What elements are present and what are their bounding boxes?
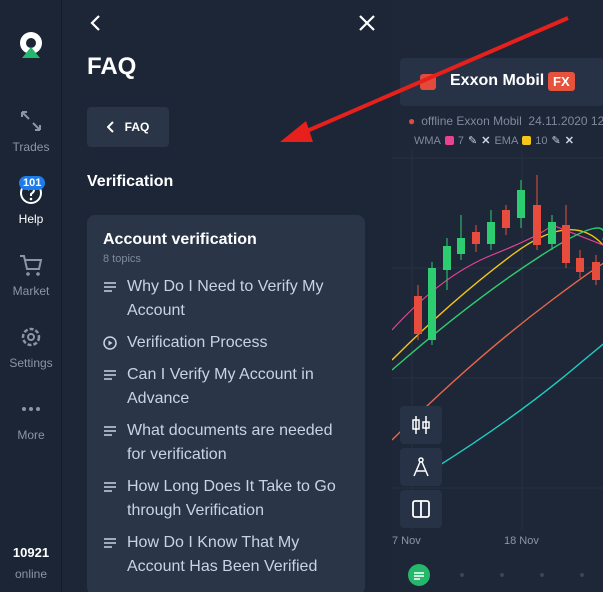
topic-label: Can I Verify My Account in Advance	[127, 366, 314, 407]
gear-icon	[21, 327, 41, 347]
asset-type-badge: FX	[548, 72, 575, 91]
indicator-name: WMA	[414, 134, 441, 147]
section-title: Verification	[87, 173, 174, 190]
sidebar-item-label: Market	[12, 284, 50, 298]
sidebar-item-more[interactable]: More	[0, 396, 62, 442]
online-count: 10921	[12, 545, 50, 560]
cart-icon	[20, 255, 43, 276]
asset-status: ● offline Exxon Mobil 24.11.2020 12	[408, 114, 603, 128]
list-icon	[104, 370, 116, 380]
asset-logo-icon	[420, 74, 436, 90]
edit-pencil-icon[interactable]: ✎	[552, 134, 561, 147]
left-rail: Trades 101 Help Market Settings More 109…	[0, 0, 62, 592]
indicator-value: 7	[457, 134, 465, 147]
color-swatch-icon	[444, 136, 454, 145]
topic-item[interactable]: Can I Verify My Account in Advance	[103, 363, 353, 411]
asset-status-date: 24.11.2020 12	[528, 114, 603, 128]
sidebar-item-label: Settings	[9, 356, 53, 370]
chart-area[interactable]: Exxon Mobil FX ● offline Exxon Mobil 24.1…	[392, 0, 603, 592]
timeline-button[interactable]	[408, 564, 430, 586]
topic-item[interactable]: How Do I Know That My Account Has Been V…	[103, 531, 353, 579]
sidebar-item-settings[interactable]: Settings	[0, 324, 62, 370]
edit-pencil-icon[interactable]: ✎	[468, 134, 477, 147]
sidebar-item-market[interactable]: Market	[0, 252, 62, 298]
indicator-name: EMA	[494, 134, 519, 147]
remove-x-icon[interactable]: ✕	[481, 134, 490, 147]
logo-icon[interactable]	[16, 30, 46, 60]
breadcrumb-back-button[interactable]: FAQ	[87, 107, 169, 147]
list-icon	[104, 282, 116, 292]
list-icon	[104, 426, 116, 436]
card-title: Account verification	[103, 231, 257, 248]
indicator-value: 10	[535, 134, 548, 147]
asset-name: Exxon Mobil	[450, 72, 545, 89]
list-icon	[104, 538, 116, 548]
topic-item[interactable]: Why Do I Need to Verify My Account	[103, 275, 353, 323]
card-subtitle: 8 topics	[103, 253, 141, 265]
back-chevron-icon[interactable]	[88, 13, 104, 33]
breadcrumb-label: FAQ	[124, 120, 150, 134]
sidebar-item-label: More	[17, 428, 45, 442]
help-badge: 101	[19, 176, 46, 190]
online-label: online	[14, 567, 48, 581]
asset-status-text: offline Exxon Mobil	[421, 114, 522, 128]
topic-label: Why Do I Need to Verify My Account	[127, 278, 324, 319]
topic-card: Account verification 8 topics Why Do I N…	[87, 215, 365, 592]
sidebar-item-trades[interactable]: Trades	[0, 108, 62, 154]
topic-label: Verification Process	[127, 334, 268, 351]
play-circle-icon	[103, 336, 117, 350]
sidebar-item-label: Trades	[12, 140, 50, 154]
candlestick-icon	[412, 416, 430, 434]
topic-label: What documents are needed for verificati…	[127, 422, 333, 463]
color-swatch-icon	[522, 136, 532, 145]
split-view-icon	[412, 500, 430, 518]
more-dots-icon	[22, 407, 40, 411]
status-dot-icon: ●	[408, 114, 416, 128]
indicator-legend: WMA 7 ✎ ✕ EMA 10 ✎ ✕	[414, 134, 574, 148]
drawing-tools-button[interactable]	[400, 448, 442, 486]
chevron-left-icon	[106, 121, 114, 133]
close-icon[interactable]	[358, 14, 376, 32]
page-title: FAQ	[87, 53, 137, 80]
axis-date-label: 7 Nov	[392, 535, 421, 547]
topic-item[interactable]: How Long Does It Take to Go through Veri…	[103, 475, 353, 523]
layout-button[interactable]	[400, 490, 442, 528]
compass-icon	[413, 457, 429, 477]
sidebar-item-help[interactable]: 101 Help	[0, 176, 62, 226]
list-icon	[104, 482, 116, 492]
remove-x-icon[interactable]: ✕	[565, 134, 574, 147]
sidebar-item-label: Help	[18, 212, 44, 226]
chart-type-button[interactable]	[400, 406, 442, 444]
topic-label: How Do I Know That My Account Has Been V…	[127, 534, 318, 575]
topic-item[interactable]: What documents are needed for verificati…	[103, 419, 353, 467]
trades-icon	[21, 111, 41, 131]
topic-label: How Long Does It Take to Go through Veri…	[127, 478, 336, 519]
axis-date-label: 18 Nov	[504, 535, 539, 547]
timeline-icon	[414, 572, 424, 580]
asset-selector[interactable]: Exxon Mobil FX	[400, 58, 603, 106]
topic-item[interactable]: Verification Process	[103, 331, 353, 355]
